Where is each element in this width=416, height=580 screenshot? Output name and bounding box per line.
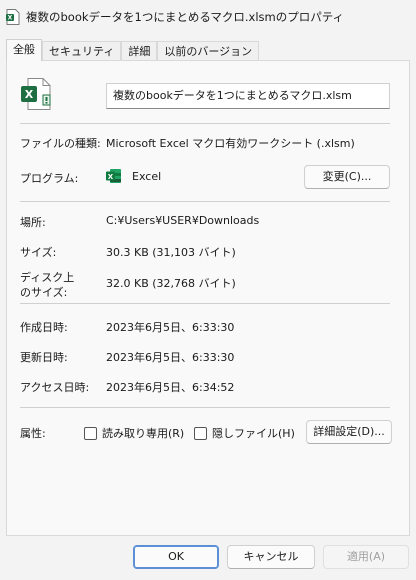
program-label: プログラム:	[20, 172, 79, 185]
svg-text:X: X	[25, 88, 34, 101]
hidden-checkbox[interactable]: 隠しファイル(H)	[194, 425, 295, 441]
program-value: Excel	[132, 170, 162, 183]
title-bar: X 複数のbookデータを1つにまとめるマクロ.xlsmのプロパティ	[0, 0, 416, 34]
accessed-value: 2023年6月5日、6:34:52	[106, 381, 235, 394]
created-label: 作成日時:	[20, 321, 68, 334]
location-value: C:¥Users¥USER¥Downloads	[106, 214, 260, 227]
file-type-value: Microsoft Excel マクロ有効ワークシート (.xlsm)	[106, 137, 355, 150]
size-value: 30.3 KB (31,103 バイト)	[106, 246, 236, 259]
svg-text:X: X	[108, 173, 114, 181]
tab-security[interactable]: セキュリティ	[42, 41, 122, 61]
excel-macro-file-icon: X	[21, 78, 51, 110]
tab-bar: 全般 セキュリティ 詳細 以前のバージョン	[6, 39, 260, 61]
cancel-button[interactable]: キャンセル	[227, 545, 315, 569]
readonly-checkbox-box[interactable]	[84, 426, 97, 440]
apply-button[interactable]: 適用(A)	[323, 545, 409, 569]
accessed-label: アクセス日時:	[20, 381, 90, 394]
hidden-checkbox-label: 隠しファイル(H)	[212, 427, 295, 440]
tab-previous-versions[interactable]: 以前のバージョン	[157, 41, 260, 61]
excel-app-icon: X	[106, 169, 121, 183]
divider	[20, 123, 390, 124]
tab-general[interactable]: 全般	[6, 39, 42, 61]
general-panel: X 複数のbookデータを1つにまとめるマクロ.xlsm ファイルの種類: Mi…	[6, 60, 410, 536]
excel-file-icon: X	[6, 9, 20, 25]
properties-window: X 複数のbookデータを1つにまとめるマクロ.xlsmのプロパティ 全般 セキ…	[0, 0, 416, 580]
hidden-checkbox-box[interactable]	[194, 426, 207, 440]
readonly-checkbox-label: 読み取り専用(R)	[102, 427, 185, 440]
file-name-field[interactable]: 複数のbookデータを1つにまとめるマクロ.xlsm	[106, 83, 390, 109]
readonly-checkbox[interactable]: 読み取り専用(R)	[84, 425, 184, 441]
window-title: 複数のbookデータを1つにまとめるマクロ.xlsmのプロパティ	[26, 10, 345, 24]
created-value: 2023年6月5日、6:33:30	[106, 321, 235, 334]
divider	[20, 303, 390, 304]
tab-details[interactable]: 詳細	[121, 41, 158, 61]
file-type-label: ファイルの種類:	[20, 137, 101, 150]
modified-label: 更新日時:	[20, 351, 68, 364]
disk-size-label-line2: のサイズ:	[20, 286, 68, 299]
svg-text:X: X	[8, 15, 13, 22]
ok-button[interactable]: OK	[133, 545, 219, 569]
modified-value: 2023年6月5日、6:33:30	[106, 351, 235, 364]
attributes-label: 属性:	[20, 427, 46, 440]
location-label: 場所:	[20, 216, 46, 229]
divider	[20, 407, 390, 408]
disk-size-label-line1: ディスク上	[20, 271, 75, 284]
divider	[20, 201, 390, 202]
disk-size-value: 32.0 KB (32,768 バイト)	[106, 277, 236, 290]
size-label: サイズ:	[20, 246, 57, 259]
advanced-attributes-button[interactable]: 詳細設定(D)...	[306, 420, 392, 444]
change-program-button[interactable]: 変更(C)...	[304, 165, 390, 189]
